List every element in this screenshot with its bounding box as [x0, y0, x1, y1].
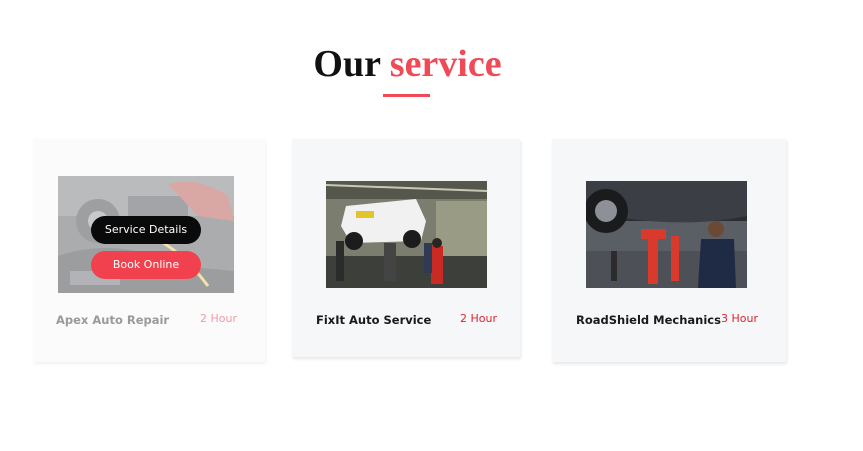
- service-card[interactable]: RoadShield Mechanics 3 Hour: [552, 139, 786, 362]
- service-name[interactable]: FixIt Auto Service: [316, 313, 431, 327]
- section-title-accent: service: [389, 43, 502, 85]
- book-online-button[interactable]: Book Online: [91, 251, 201, 279]
- section-title-main: Our: [313, 43, 381, 85]
- service-name[interactable]: RoadShield Mechanics: [576, 313, 721, 327]
- service-card[interactable]: FixIt Auto Service 2 Hour: [292, 139, 520, 357]
- service-name[interactable]: Apex Auto Repair: [56, 313, 169, 327]
- service-duration: 2 Hour: [200, 312, 237, 325]
- service-image-car-on-lift[interactable]: [326, 181, 487, 288]
- title-underline: [383, 94, 430, 97]
- service-card[interactable]: Service Details Book Online Apex Auto Re…: [33, 139, 265, 362]
- service-image-under-car-inspection[interactable]: [586, 181, 747, 288]
- service-details-button[interactable]: Service Details: [91, 216, 201, 244]
- section-title: Our service: [0, 42, 815, 86]
- service-duration: 3 Hour: [721, 312, 758, 325]
- service-duration: 2 Hour: [460, 312, 497, 325]
